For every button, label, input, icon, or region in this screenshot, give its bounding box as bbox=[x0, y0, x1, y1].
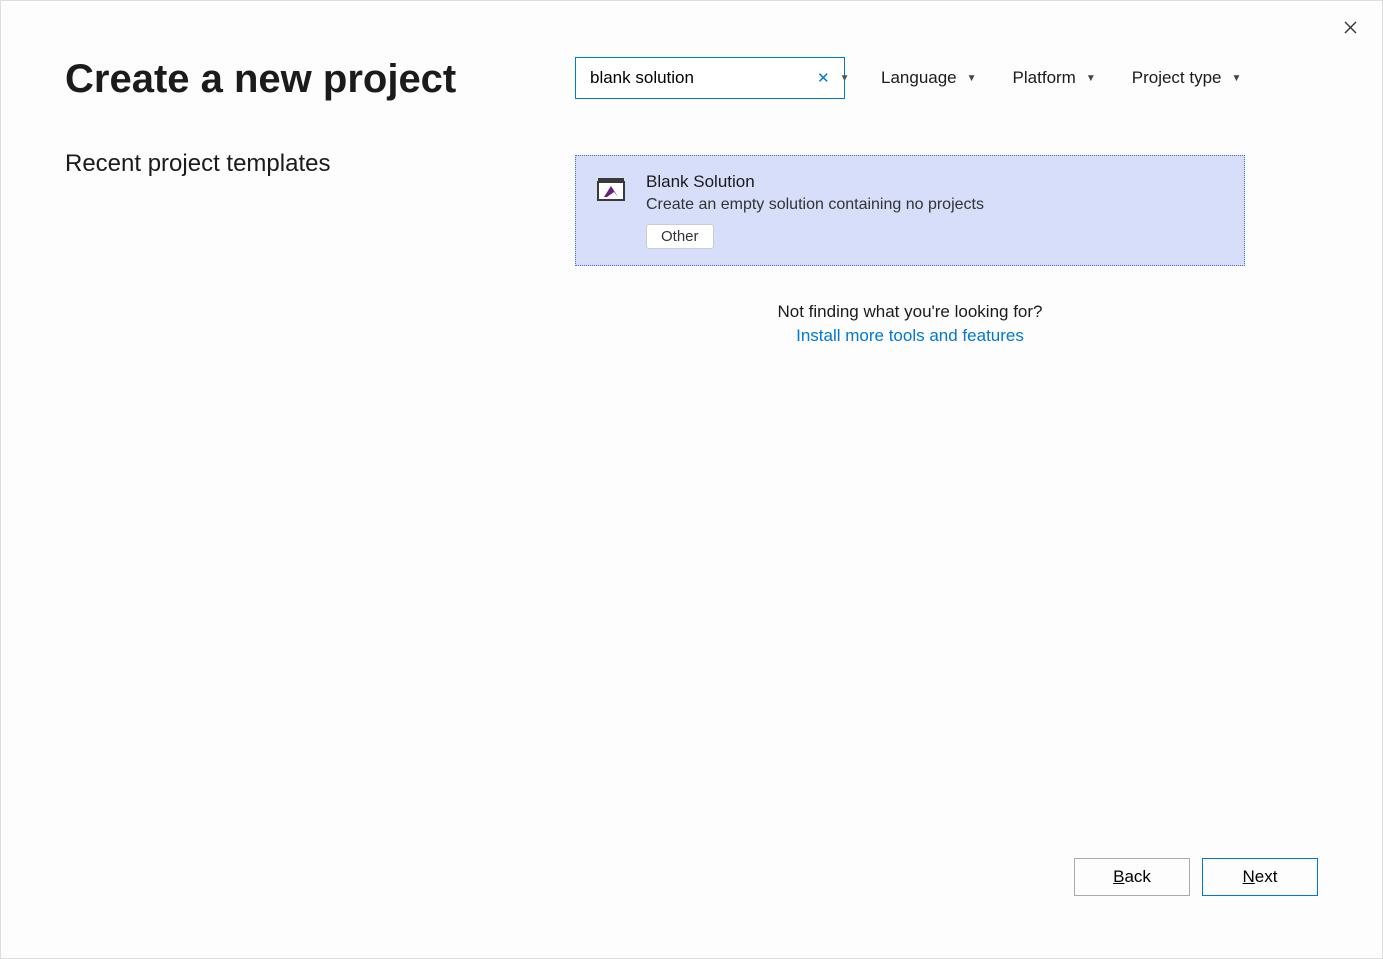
project-type-filter-label: Project type bbox=[1132, 68, 1222, 88]
chevron-down-icon: ▼ bbox=[967, 73, 977, 84]
search-dropdown-icon[interactable]: ▼ bbox=[836, 73, 854, 84]
language-filter-label: Language bbox=[881, 68, 957, 88]
template-description: Create an empty solution containing no p… bbox=[646, 196, 1226, 214]
close-icon bbox=[1344, 21, 1357, 34]
project-type-filter[interactable]: Project type ▼ bbox=[1132, 68, 1242, 88]
chevron-down-icon: ▼ bbox=[1086, 73, 1096, 84]
template-tag: Other bbox=[646, 224, 714, 249]
recent-templates-heading: Recent project templates bbox=[65, 150, 485, 178]
search-box[interactable]: ✕ ▼ bbox=[575, 57, 845, 99]
next-button[interactable]: Next bbox=[1202, 858, 1318, 896]
close-button[interactable] bbox=[1338, 15, 1362, 39]
language-filter[interactable]: Language ▼ bbox=[881, 68, 977, 88]
chevron-down-icon: ▼ bbox=[1232, 73, 1242, 84]
template-blank-solution[interactable]: Blank Solution Create an empty solution … bbox=[575, 155, 1245, 266]
platform-filter[interactable]: Platform ▼ bbox=[1013, 68, 1096, 88]
not-finding-text: Not finding what you're looking for? bbox=[575, 302, 1245, 322]
page-title: Create a new project bbox=[65, 57, 485, 102]
visual-studio-icon bbox=[594, 174, 628, 208]
search-input[interactable] bbox=[590, 68, 811, 88]
install-more-link[interactable]: Install more tools and features bbox=[575, 326, 1245, 346]
clear-search-icon[interactable]: ✕ bbox=[811, 69, 836, 87]
template-title: Blank Solution bbox=[646, 172, 1226, 192]
back-button[interactable]: Back bbox=[1074, 858, 1190, 896]
platform-filter-label: Platform bbox=[1013, 68, 1076, 88]
